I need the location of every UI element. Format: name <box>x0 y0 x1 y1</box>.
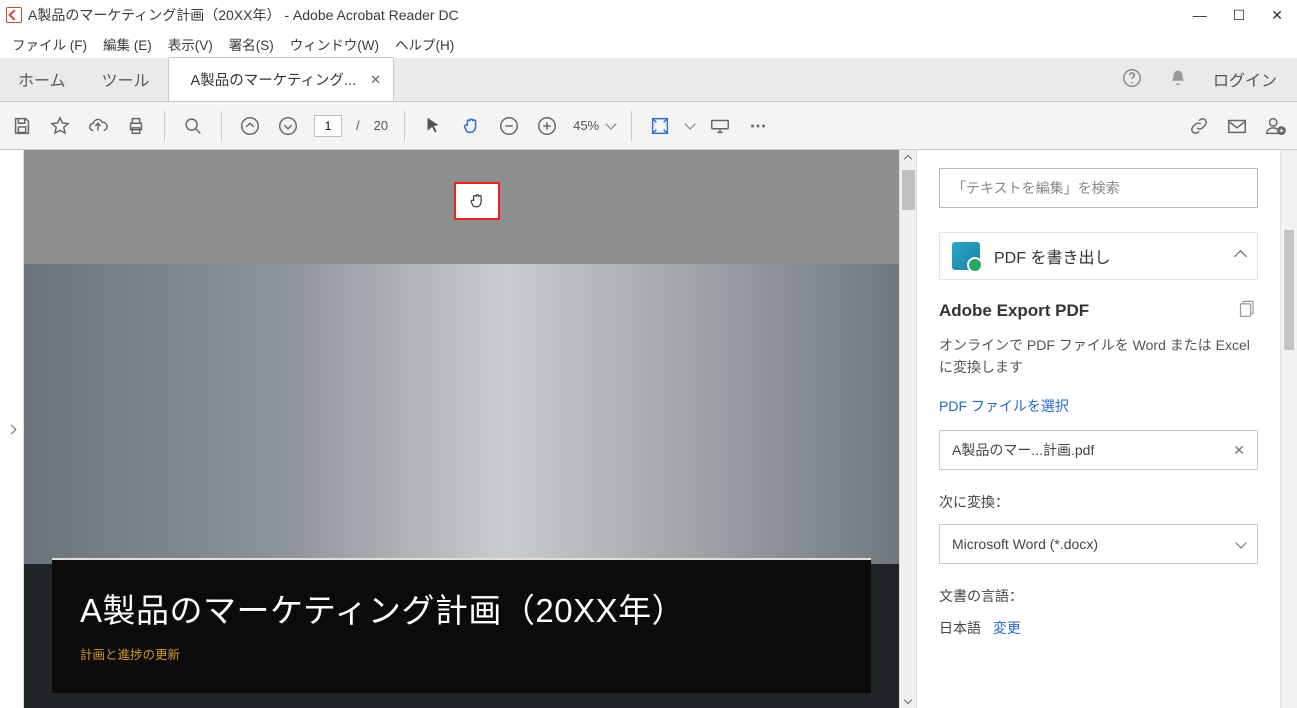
export-pdf-header[interactable]: PDF を書き出し <box>939 232 1258 280</box>
doc-language-label: 文書の言語： <box>939 586 1258 606</box>
fit-page-icon[interactable] <box>648 114 672 138</box>
page-number-input[interactable] <box>314 115 342 137</box>
page-up-icon[interactable] <box>238 114 262 138</box>
convert-to-select[interactable]: Microsoft Word (*.docx) <box>939 524 1258 564</box>
menu-bar: ファイル (F) 編集 (E) 表示(V) 署名(S) ウィンドウ(W) ヘルプ… <box>0 30 1297 58</box>
scroll-up-button[interactable] <box>900 150 916 167</box>
page-separator: / <box>356 118 360 133</box>
document-view[interactable]: A製品のマーケティング計画（20XX年） 計画と進捗の更新 <box>24 150 917 708</box>
save-icon[interactable] <box>10 114 34 138</box>
zoom-dropdown[interactable]: 45% <box>573 118 615 133</box>
menu-window[interactable]: ウィンドウ(W) <box>282 34 387 54</box>
export-pdf-label: PDF を書き出し <box>994 244 1110 268</box>
zoom-in-icon[interactable] <box>535 114 559 138</box>
window-title: A製品のマーケティング計画（20XX年） - Adobe Acrobat Rea… <box>28 5 459 25</box>
menu-help[interactable]: ヘルプ(H) <box>387 34 462 54</box>
star-icon[interactable] <box>48 114 72 138</box>
page-down-icon[interactable] <box>276 114 300 138</box>
doc-language-value: 日本語 <box>939 620 981 636</box>
chevron-down-icon[interactable] <box>684 118 695 129</box>
search-icon[interactable] <box>181 114 205 138</box>
hand-cursor-highlight <box>454 182 500 220</box>
keyboard-icon[interactable] <box>708 114 732 138</box>
more-icon[interactable] <box>746 114 770 138</box>
export-section-desc: オンラインで PDF ファイルを Word または Excel に変換します <box>939 335 1258 378</box>
left-panel-toggle[interactable] <box>0 150 24 708</box>
search-placeholder: 「テキストを編集」を検索 <box>952 178 1120 198</box>
print-icon[interactable] <box>124 114 148 138</box>
toolbar: / 20 45% <box>0 102 1297 150</box>
chevron-up-icon <box>1234 250 1247 263</box>
files-icon[interactable] <box>1238 298 1258 323</box>
select-pdf-file-link[interactable]: PDF ファイルを選択 <box>939 396 1258 416</box>
chevron-right-icon <box>7 424 17 434</box>
help-icon[interactable] <box>1121 67 1143 92</box>
zoom-out-icon[interactable] <box>497 114 521 138</box>
login-button[interactable]: ログイン <box>1213 67 1277 91</box>
menu-view[interactable]: 表示(V) <box>160 34 221 54</box>
maximize-button[interactable]: ☐ <box>1233 7 1246 24</box>
home-button[interactable]: ホーム <box>0 57 84 101</box>
link-icon[interactable] <box>1187 114 1211 138</box>
doc-language-line: 日本語 変更 <box>939 618 1258 638</box>
document-page: A製品のマーケティング計画（20XX年） 計画と進捗の更新 <box>24 264 899 708</box>
chevron-down-icon <box>1235 537 1246 548</box>
document-title-block: A製品のマーケティング計画（20XX年） 計画と進捗の更新 <box>52 558 871 693</box>
toolbar-separator <box>404 111 405 141</box>
change-language-link[interactable]: 変更 <box>993 620 1021 636</box>
scroll-thumb[interactable] <box>902 170 915 210</box>
document-subtitle: 計画と進捗の更新 <box>80 644 843 663</box>
mail-icon[interactable] <box>1225 114 1249 138</box>
document-scrollbar[interactable] <box>899 150 916 708</box>
hand-tool-icon[interactable] <box>459 114 483 138</box>
clear-file-button[interactable]: ✕ <box>1233 442 1245 459</box>
toolbar-separator <box>164 111 165 141</box>
scroll-thumb[interactable] <box>1284 230 1294 350</box>
document-tab-label: A製品のマーケティング... <box>191 69 357 90</box>
tools-search-input[interactable]: 「テキストを編集」を検索 <box>939 168 1258 208</box>
add-user-icon[interactable] <box>1263 114 1287 138</box>
cursor-icon[interactable] <box>421 114 445 138</box>
menu-file[interactable]: ファイル (F) <box>4 34 95 54</box>
zoom-value: 45% <box>573 118 599 133</box>
tab-close-button[interactable]: ✕ <box>370 72 381 88</box>
tools-button[interactable]: ツール <box>84 57 168 101</box>
convert-to-value: Microsoft Word (*.docx) <box>952 536 1098 552</box>
notifications-icon[interactable] <box>1167 67 1189 92</box>
tab-strip: ホーム ツール A製品のマーケティング... ✕ ログイン <box>0 58 1297 102</box>
convert-to-label: 次に変換： <box>939 492 1258 512</box>
main-area: A製品のマーケティング計画（20XX年） 計画と進捗の更新 「テキストを編集」を… <box>0 150 1297 708</box>
close-button[interactable]: ✕ <box>1271 7 1283 24</box>
minimize-button[interactable]: — <box>1193 7 1207 23</box>
menu-edit[interactable]: 編集 (E) <box>95 34 160 54</box>
cloud-upload-icon[interactable] <box>86 114 110 138</box>
window-controls: — ☐ ✕ <box>1193 7 1291 24</box>
title-bar: A製品のマーケティング計画（20XX年） - Adobe Acrobat Rea… <box>0 0 1297 30</box>
menu-sign[interactable]: 署名(S) <box>221 34 282 54</box>
chevron-down-icon <box>605 118 616 129</box>
selected-file-name: A製品のマー...計画.pdf <box>952 440 1094 460</box>
document-tab[interactable]: A製品のマーケティング... ✕ <box>168 57 395 101</box>
toolbar-separator <box>631 111 632 141</box>
document-hero-image <box>24 264 899 564</box>
right-panel: 「テキストを編集」を検索 PDF を書き出し Adobe Export PDF … <box>917 150 1297 708</box>
selected-file-box[interactable]: A製品のマー...計画.pdf ✕ <box>939 430 1258 470</box>
page-total: 20 <box>374 118 388 133</box>
export-pdf-icon <box>952 242 980 270</box>
right-panel-scrollbar[interactable] <box>1280 150 1297 708</box>
toolbar-separator <box>221 111 222 141</box>
document-title: A製品のマーケティング計画（20XX年） <box>80 584 843 632</box>
app-icon <box>6 7 22 23</box>
scroll-down-button[interactable] <box>900 691 916 708</box>
export-section-title: Adobe Export PDF <box>939 298 1258 323</box>
